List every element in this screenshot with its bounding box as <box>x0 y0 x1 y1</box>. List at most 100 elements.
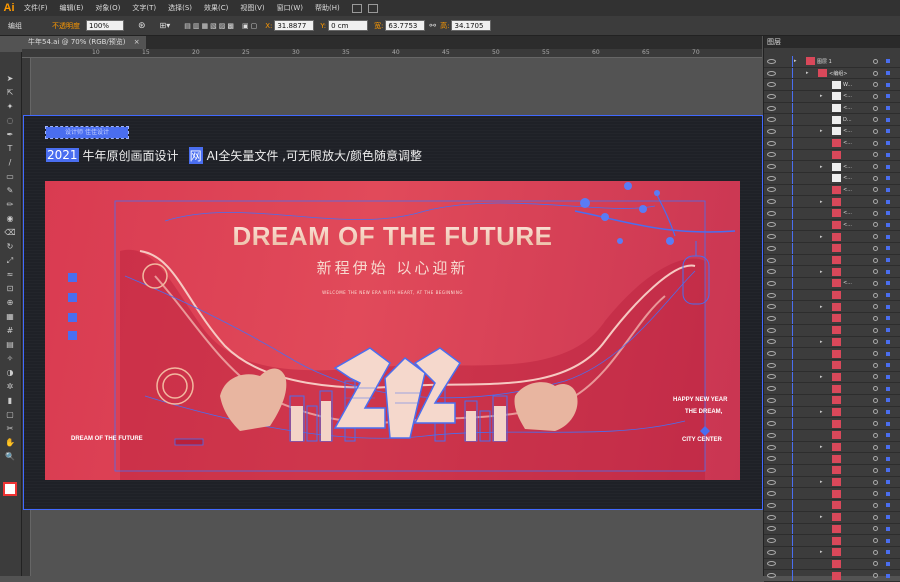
visibility-eye-icon[interactable] <box>767 327 776 333</box>
layer-row[interactable]: <... <box>764 137 900 150</box>
layer-row[interactable] <box>764 394 900 407</box>
layer-row[interactable]: ▸ <编组> <box>764 67 900 80</box>
layer-row[interactable] <box>764 500 900 512</box>
visibility-eye-icon[interactable] <box>767 467 776 473</box>
zoom-icon[interactable]: 🔍 <box>4 452 16 461</box>
perspective-grid-icon[interactable]: ▦ <box>4 312 16 321</box>
layer-row[interactable]: ▸ <box>764 441 900 454</box>
target-circle-icon[interactable] <box>873 467 878 473</box>
visibility-eye-icon[interactable] <box>767 491 776 497</box>
visibility-eye-icon[interactable] <box>767 257 776 263</box>
bridge-icon[interactable] <box>351 3 362 13</box>
layer-row[interactable] <box>764 243 900 255</box>
visibility-eye-icon[interactable] <box>767 210 776 216</box>
layer-row[interactable]: ▸ <box>764 196 900 208</box>
selection-indicator[interactable] <box>886 351 890 356</box>
layer-row[interactable] <box>764 289 900 302</box>
layer-name[interactable]: <... <box>843 93 852 99</box>
selection-indicator[interactable] <box>886 491 890 496</box>
visibility-eye-icon[interactable] <box>767 175 776 181</box>
mesh-icon[interactable]: # <box>4 326 16 335</box>
expand-triangle-icon[interactable]: ▸ <box>820 479 823 485</box>
selection-indicator[interactable] <box>886 363 890 368</box>
scale-icon[interactable]: ⤢ <box>4 256 16 265</box>
visibility-eye-icon[interactable] <box>767 351 776 357</box>
target-circle-icon[interactable] <box>873 82 878 88</box>
column-graph-icon[interactable]: ▮ <box>4 396 16 405</box>
expand-triangle-icon[interactable]: ▸ <box>820 549 823 555</box>
layer-row[interactable]: <... <box>764 172 900 185</box>
expand-triangle-icon[interactable]: ▸ <box>820 269 823 275</box>
layer-row[interactable]: ▸ <box>764 336 900 349</box>
visibility-eye-icon[interactable] <box>767 269 776 275</box>
layer-row[interactable]: <... <box>764 184 900 197</box>
target-circle-icon[interactable] <box>873 514 878 520</box>
recolor-icon[interactable]: ⊛ <box>138 21 146 31</box>
pencil-icon[interactable]: ✏ <box>4 200 16 209</box>
expand-triangle-icon[interactable]: ▸ <box>820 304 823 310</box>
selection-indicator[interactable] <box>886 211 890 216</box>
selection-indicator[interactable] <box>886 164 890 169</box>
layer-row[interactable]: ▸ <box>764 266 900 279</box>
visibility-eye-icon[interactable] <box>767 444 776 450</box>
target-circle-icon[interactable] <box>873 432 878 438</box>
visibility-eye-icon[interactable] <box>767 128 776 134</box>
target-circle-icon[interactable] <box>873 70 878 76</box>
menu-item[interactable]: 视图(V) <box>234 3 270 13</box>
layer-name[interactable]: <... <box>843 175 852 181</box>
visibility-eye-icon[interactable] <box>767 70 776 76</box>
target-circle-icon[interactable] <box>873 315 878 321</box>
target-circle-icon[interactable] <box>873 117 878 123</box>
layers-panel-header[interactable]: 图层 <box>764 36 900 48</box>
layer-name[interactable]: <... <box>843 280 852 286</box>
target-circle-icon[interactable] <box>873 409 878 415</box>
expand-triangle-icon[interactable]: ▸ <box>820 128 823 134</box>
selection-indicator[interactable] <box>886 281 890 286</box>
target-circle-icon[interactable] <box>873 164 878 170</box>
target-circle-icon[interactable] <box>873 304 878 310</box>
target-circle-icon[interactable] <box>873 538 878 544</box>
target-circle-icon[interactable] <box>873 526 878 532</box>
layer-row[interactable] <box>764 430 900 442</box>
artboard-icon[interactable]: ▢ <box>4 410 16 419</box>
transform-buttons[interactable]: ▣▢ <box>242 22 259 30</box>
selection-indicator[interactable] <box>886 433 890 438</box>
layer-row[interactable] <box>764 570 900 582</box>
layer-name[interactable]: W... <box>843 82 852 88</box>
layer-row[interactable]: ▸ <box>764 476 900 489</box>
layer-row[interactable]: ▸ <... <box>764 91 900 103</box>
layer-row[interactable]: ▸ <box>764 231 900 243</box>
layer-row[interactable] <box>764 324 900 337</box>
layer-row[interactable]: ▸ 图层 1 <box>764 56 900 68</box>
visibility-eye-icon[interactable] <box>767 292 776 298</box>
visibility-eye-icon[interactable] <box>767 315 776 321</box>
selection-indicator[interactable] <box>886 94 890 99</box>
visibility-eye-icon[interactable] <box>767 234 776 240</box>
expand-triangle-icon[interactable]: ▸ <box>806 70 809 76</box>
selection-indicator[interactable] <box>886 199 890 204</box>
selection-indicator[interactable] <box>886 246 890 251</box>
target-circle-icon[interactable] <box>873 374 878 380</box>
menu-item[interactable]: 选择(S) <box>162 3 198 13</box>
visibility-eye-icon[interactable] <box>767 58 776 64</box>
layer-row[interactable]: <... <box>764 207 900 220</box>
visibility-eye-icon[interactable] <box>767 538 776 544</box>
layer-name[interactable]: D... <box>843 117 852 123</box>
layer-name[interactable]: 图层 1 <box>817 58 832 65</box>
horizontal-ruler[interactable]: 10 15 20 25 30 35 40 45 50 55 60 65 70 <box>22 49 762 58</box>
target-circle-icon[interactable] <box>873 269 878 275</box>
layer-row[interactable] <box>764 453 900 466</box>
layer-row[interactable]: ▸ <... <box>764 161 900 173</box>
selection-indicator[interactable] <box>886 561 890 566</box>
visibility-eye-icon[interactable] <box>767 82 776 88</box>
target-circle-icon[interactable] <box>873 327 878 333</box>
visibility-eye-icon[interactable] <box>767 222 776 228</box>
target-circle-icon[interactable] <box>873 187 878 193</box>
layer-name[interactable]: <... <box>843 210 852 216</box>
close-tab-icon[interactable]: × <box>134 38 140 46</box>
visibility-eye-icon[interactable] <box>767 386 776 392</box>
visibility-eye-icon[interactable] <box>767 362 776 368</box>
selection-icon[interactable]: ➤ <box>4 74 16 83</box>
selection-indicator[interactable] <box>886 59 890 64</box>
layer-row[interactable]: <... <box>764 278 900 290</box>
